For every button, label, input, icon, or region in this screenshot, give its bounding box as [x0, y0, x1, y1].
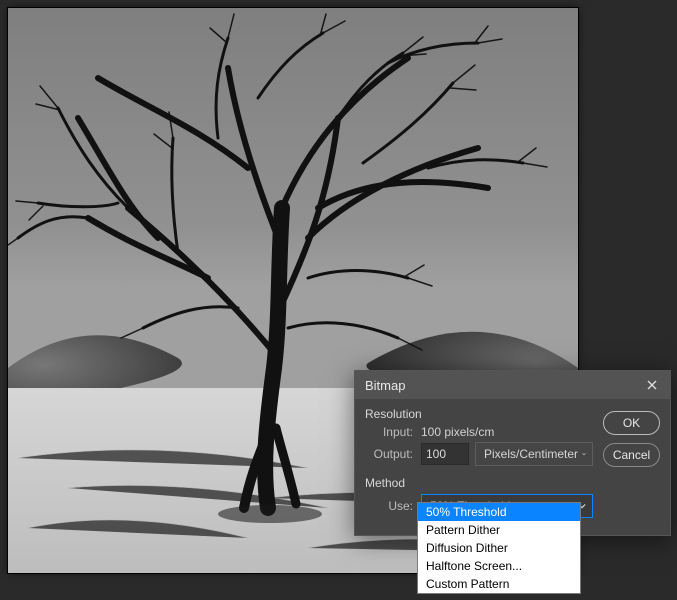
close-icon	[647, 380, 657, 390]
units-select[interactable]: Pixels/Centimeter	[475, 442, 593, 466]
dialog-title: Bitmap	[365, 378, 640, 393]
dialog-titlebar[interactable]: Bitmap	[355, 371, 670, 399]
close-button[interactable]	[640, 375, 664, 395]
output-label: Output:	[365, 447, 413, 461]
input-label: Input:	[365, 425, 413, 439]
output-input[interactable]	[421, 443, 469, 465]
use-option[interactable]: 50% Threshold	[418, 503, 580, 521]
input-value: 100 pixels/cm	[421, 425, 494, 439]
method-heading: Method	[365, 476, 593, 490]
use-option[interactable]: Custom Pattern	[418, 575, 580, 593]
use-dropdown-list[interactable]: 50% Threshold Pattern Dither Diffusion D…	[417, 502, 581, 594]
use-option[interactable]: Pattern Dither	[418, 521, 580, 539]
chevron-down-icon	[582, 450, 586, 458]
cancel-button[interactable]: Cancel	[603, 443, 660, 467]
use-option[interactable]: Diffusion Dither	[418, 539, 580, 557]
units-selected: Pixels/Centimeter	[484, 447, 578, 461]
use-label: Use:	[365, 499, 413, 513]
resolution-heading: Resolution	[365, 407, 593, 421]
ok-button[interactable]: OK	[603, 411, 660, 435]
use-option[interactable]: Halftone Screen...	[418, 557, 580, 575]
